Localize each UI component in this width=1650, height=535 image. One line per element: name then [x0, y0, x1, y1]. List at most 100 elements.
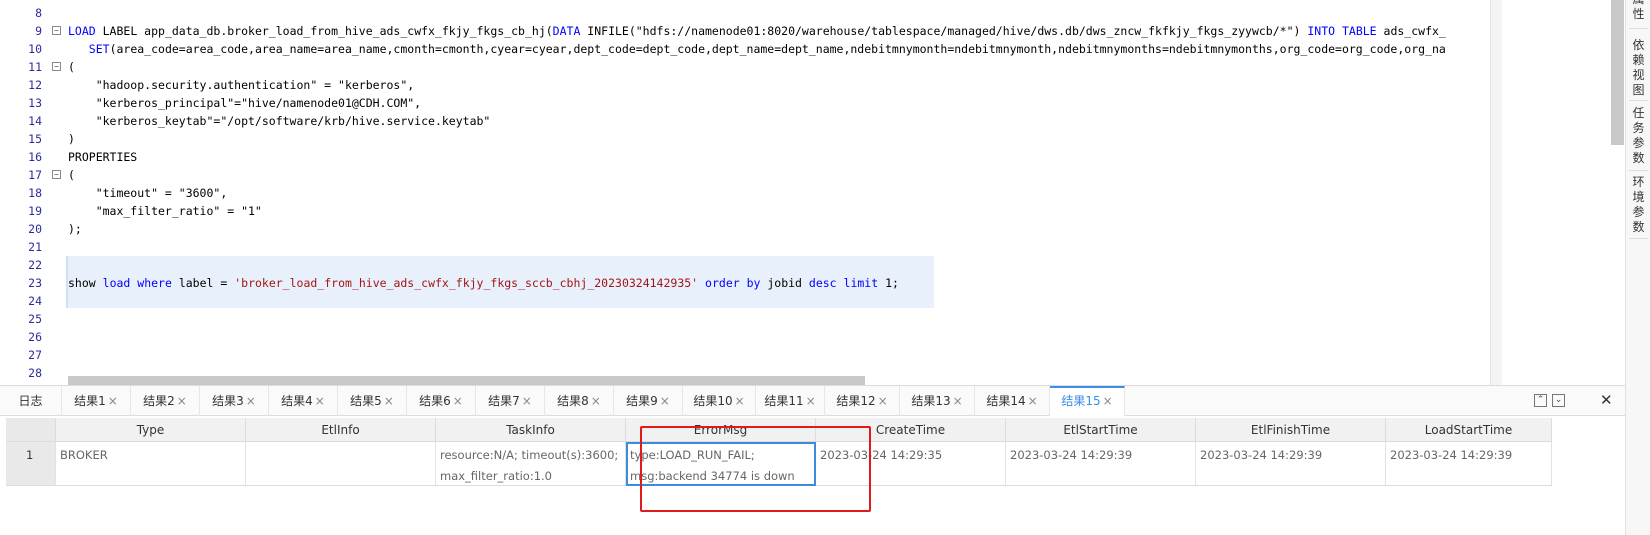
tab-close-icon[interactable]: × [108, 394, 118, 408]
tab-result-5[interactable]: 结果5 × [338, 386, 407, 416]
tab-close-icon[interactable]: × [806, 394, 816, 408]
tab-result-9[interactable]: 结果9 × [614, 386, 683, 416]
code-line[interactable]: 14 "kerberos_keytab"="/opt/software/krb/… [0, 112, 1490, 130]
code-text: ( [68, 166, 75, 184]
code-line[interactable]: 8 [0, 4, 1490, 22]
column-header[interactable]: Type [56, 418, 246, 442]
code-line[interactable]: 16 PROPERTIES [0, 148, 1490, 166]
tab-result-6[interactable]: 结果6 × [407, 386, 476, 416]
side-tab-env-params[interactable]: 环 境 参 数 [1626, 175, 1650, 235]
tab-result-15[interactable]: 结果15 × [1050, 386, 1125, 416]
code-line[interactable]: 27 [0, 346, 1490, 364]
code-line[interactable]: 9 − LOAD LABEL app_data_db.broker_load_fro… [0, 22, 1490, 40]
tab-result-12[interactable]: 结果12 × [825, 386, 900, 416]
line-number: 25 [28, 312, 42, 326]
tab-label: 结果2 [143, 394, 175, 408]
tab-result-2[interactable]: 结果2 × [131, 386, 200, 416]
code-line[interactable]: 21 [0, 238, 1490, 256]
column-header[interactable]: EtlFinishTime [1196, 418, 1386, 442]
side-tab-properties[interactable]: 属 性 [1626, 0, 1650, 22]
fold-toggle-icon[interactable]: − [52, 170, 61, 179]
close-panel-icon[interactable]: ✕ [1600, 391, 1613, 409]
code-token: "hadoop.security.authentication" = "kerb… [68, 78, 415, 92]
tab-close-icon[interactable]: × [878, 394, 888, 408]
tab-result-7[interactable]: 结果7 × [476, 386, 545, 416]
code-line[interactable]: 20); [0, 220, 1490, 238]
fold-toggle-icon[interactable]: − [52, 26, 61, 35]
tab-close-icon[interactable]: × [660, 394, 670, 408]
code-line[interactable]: 25 [0, 310, 1490, 328]
column-header[interactable]: TaskInfo [436, 418, 626, 442]
side-divider [1629, 170, 1648, 171]
code-line[interactable]: 12 "hadoop.security.authentication" = "k… [0, 76, 1490, 94]
tab-log[interactable]: 日志 [0, 386, 62, 416]
code-text: "kerberos_keytab"="/opt/software/krb/hiv… [68, 112, 491, 130]
code-text: "hadoop.security.authentication" = "kerb… [68, 76, 415, 94]
code-line[interactable]: 18 "timeout" = "3600", [0, 184, 1490, 202]
table-cell[interactable]: 2023-03-24 14:29:39 [1196, 442, 1386, 486]
line-number: 23 [28, 276, 42, 290]
code-line[interactable]: 22 [0, 256, 1490, 274]
line-number: 13 [28, 96, 42, 110]
code-line[interactable]: 24 [0, 292, 1490, 310]
code-line[interactable]: 10 SET(area_code=area_code,area_name=are… [0, 40, 1490, 58]
code-token: where [137, 276, 172, 290]
code-text: LOAD LABEL app_data_db.broker_load_from_… [68, 22, 1446, 40]
table-cell[interactable]: 2023-03-24 14:29:39 [1386, 442, 1552, 486]
tab-close-icon[interactable]: × [591, 394, 601, 408]
page-vertical-scrollbar[interactable] [1611, 0, 1624, 145]
tab-close-icon[interactable]: × [522, 394, 532, 408]
code-line[interactable]: 11 −( [0, 58, 1490, 76]
code-line[interactable]: 15) [0, 130, 1490, 148]
code-line[interactable]: 13 "kerberos_principal"="hive/namenode01… [0, 94, 1490, 112]
tab-close-icon[interactable]: × [315, 394, 325, 408]
sql-editor[interactable]: 8 9− LOAD LABEL app_data_db.broker_load_f… [0, 0, 1490, 385]
line-number: 20 [28, 222, 42, 236]
row-number: 1 [6, 442, 56, 486]
tab-result-4[interactable]: 结果4 × [269, 386, 338, 416]
tab-label: 结果9 [626, 394, 658, 408]
code-token: jobid [760, 276, 809, 290]
side-tab-dependency-view[interactable]: 依 赖 视 图 [1626, 38, 1650, 98]
tab-close-icon[interactable]: × [735, 394, 745, 408]
tab-result-3[interactable]: 结果3 × [200, 386, 269, 416]
expand-panel-icon[interactable]: ⌃ [1534, 394, 1547, 407]
code-line[interactable]: 26 [0, 328, 1490, 346]
code-line[interactable]: 17 −( [0, 166, 1490, 184]
code-text: "timeout" = "3600", [68, 184, 228, 202]
editor-vertical-scroll-track[interactable] [1490, 0, 1502, 385]
tab-result-8[interactable]: 结果8 × [545, 386, 614, 416]
column-header[interactable]: EtlStartTime [1006, 418, 1196, 442]
tab-close-icon[interactable]: × [246, 394, 256, 408]
column-header[interactable]: EtlInfo [246, 418, 436, 442]
editor-horizontal-scrollbar[interactable] [68, 376, 865, 385]
tab-result-1[interactable]: 结果1 × [62, 386, 131, 416]
table-cell[interactable]: 2023-03-24 14:29:39 [1006, 442, 1196, 486]
tab-label: 结果4 [281, 394, 313, 408]
code-line[interactable]: 23 show load where label = 'broker_load_f… [0, 274, 1490, 292]
line-number: 28 [28, 366, 42, 380]
tab-result-10[interactable]: 结果10 × [683, 386, 756, 416]
tab-close-icon[interactable]: × [1103, 394, 1113, 408]
table-cell[interactable]: resource:N/A; timeout(s):3600; max_filte… [436, 442, 626, 486]
code-line[interactable]: 19 "max_filter_ratio" = "1" [0, 202, 1490, 220]
tab-close-icon[interactable]: × [384, 394, 394, 408]
line-number: 18 [28, 186, 42, 200]
right-side-panel: 属 性 依 赖 视 图 任 务 参 数 环 境 参 数 [1625, 0, 1650, 535]
tab-close-icon[interactable]: × [953, 394, 963, 408]
tab-result-13[interactable]: 结果13 × [900, 386, 975, 416]
tab-close-icon[interactable]: × [1028, 394, 1038, 408]
tab-close-icon[interactable]: × [177, 394, 187, 408]
tab-result-14[interactable]: 结果14 × [975, 386, 1050, 416]
collapse-panel-icon[interactable]: ⌄ [1552, 394, 1565, 407]
tab-result-11[interactable]: 结果11 × [756, 386, 825, 416]
tab-close-icon[interactable]: × [453, 394, 463, 408]
code-token: PROPERTIES [68, 150, 138, 164]
table-cell[interactable]: BROKER [56, 442, 246, 486]
fold-toggle-icon[interactable]: − [52, 62, 61, 71]
side-tab-task-params[interactable]: 任 务 参 数 [1626, 106, 1650, 166]
table-cell[interactable] [246, 442, 436, 486]
tab-label: 结果13 [911, 394, 951, 408]
column-header[interactable]: LoadStartTime [1386, 418, 1552, 442]
